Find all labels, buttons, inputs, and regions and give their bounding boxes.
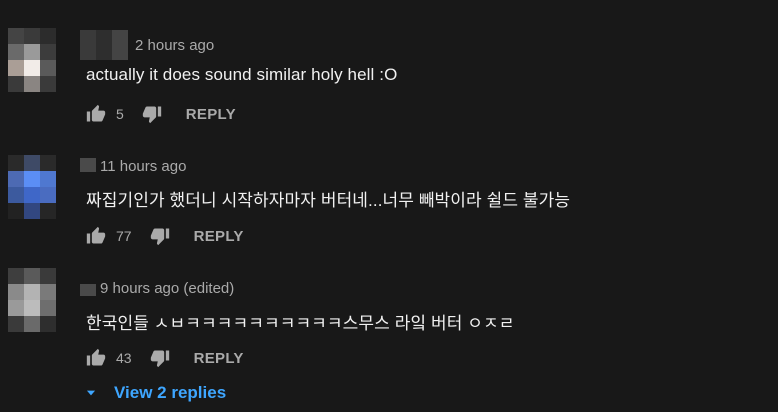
view-replies-button[interactable]: View 2 replies xyxy=(84,381,226,405)
avatar-pixel xyxy=(40,268,56,284)
author-pixel xyxy=(112,30,128,60)
comments-section: 2 hours ago actually it does sound simil… xyxy=(0,0,778,412)
avatar-pixel xyxy=(40,60,56,76)
author-pixel xyxy=(80,158,96,172)
comment-text: actually it does sound similar holy hell… xyxy=(86,65,398,84)
avatar-pixel xyxy=(40,187,56,203)
avatar-pixel xyxy=(40,300,56,316)
reply-button[interactable]: REPLY xyxy=(194,350,244,367)
avatar-pixel xyxy=(8,76,24,92)
comment-actions: 77 REPLY xyxy=(86,224,244,248)
author-name-blurred[interactable] xyxy=(80,30,128,60)
avatar-pixel xyxy=(40,76,56,92)
avatar-pixel xyxy=(24,171,40,187)
avatar-pixel xyxy=(40,155,56,171)
author-name-blurred[interactable] xyxy=(80,158,96,172)
avatar-pixel xyxy=(8,60,24,76)
avatar-pixel xyxy=(24,187,40,203)
comment-actions: 5 REPLY xyxy=(86,102,236,126)
thumbs-down-icon[interactable] xyxy=(150,226,170,246)
avatar-pixel xyxy=(24,268,40,284)
view-replies-label: View 2 replies xyxy=(114,383,227,402)
avatar-pixel xyxy=(8,44,24,60)
reply-button[interactable]: REPLY xyxy=(186,106,236,123)
avatar-pixel xyxy=(8,316,24,332)
avatar[interactable] xyxy=(8,268,56,332)
comment-timestamp[interactable]: 2 hours ago xyxy=(135,37,214,54)
comment-actions: 43 REPLY xyxy=(86,346,244,370)
avatar-pixel xyxy=(8,28,24,44)
comment-timestamp[interactable]: 11 hours ago xyxy=(100,158,186,175)
thumbs-up-icon[interactable] xyxy=(86,226,106,246)
comment-text: 한국인들 ㅅㅂㅋㅋㅋㅋㅋㅋㅋㅋㅋㅋ스무스 라잌 버터 ㅇㅈㄹ xyxy=(86,314,515,333)
thumbs-up-icon[interactable] xyxy=(86,348,106,368)
avatar-pixel xyxy=(40,171,56,187)
author-pixel xyxy=(80,284,96,296)
avatar-pixel xyxy=(8,155,24,171)
reply-button[interactable]: REPLY xyxy=(194,228,244,245)
author-pixel xyxy=(96,30,112,60)
avatar-pixel xyxy=(24,203,40,219)
avatar[interactable] xyxy=(8,28,56,92)
avatar-pixel xyxy=(8,171,24,187)
avatar-pixel xyxy=(24,44,40,60)
avatar-pixel xyxy=(8,300,24,316)
chevron-down-icon xyxy=(84,386,98,400)
avatar-pixel xyxy=(40,203,56,219)
thumbs-down-icon[interactable] xyxy=(150,348,170,368)
author-name-blurred[interactable] xyxy=(80,284,96,296)
avatar-pixel xyxy=(24,60,40,76)
avatar-pixel xyxy=(40,316,56,332)
like-count: 77 xyxy=(116,228,132,244)
avatar-pixel xyxy=(24,316,40,332)
comment-text: 짜집기인가 했더니 시작하자마자 버터네...너무 빼박이라 쉴드 불가능 xyxy=(86,191,571,210)
avatar-pixel xyxy=(40,284,56,300)
avatar-pixel xyxy=(24,300,40,316)
author-pixel xyxy=(80,30,96,60)
like-count: 5 xyxy=(116,106,124,122)
avatar-pixel xyxy=(8,187,24,203)
avatar[interactable] xyxy=(8,155,56,219)
avatar-pixel xyxy=(24,155,40,171)
comment-timestamp[interactable]: 9 hours ago (edited) xyxy=(100,280,234,297)
avatar-pixel xyxy=(24,28,40,44)
avatar-pixel xyxy=(40,44,56,60)
avatar-pixel xyxy=(8,203,24,219)
avatar-pixel xyxy=(24,76,40,92)
like-count: 43 xyxy=(116,350,132,366)
avatar-pixel xyxy=(40,28,56,44)
avatar-pixel xyxy=(8,284,24,300)
thumbs-up-icon[interactable] xyxy=(86,104,106,124)
thumbs-down-icon[interactable] xyxy=(142,104,162,124)
avatar-pixel xyxy=(24,284,40,300)
avatar-pixel xyxy=(8,268,24,284)
